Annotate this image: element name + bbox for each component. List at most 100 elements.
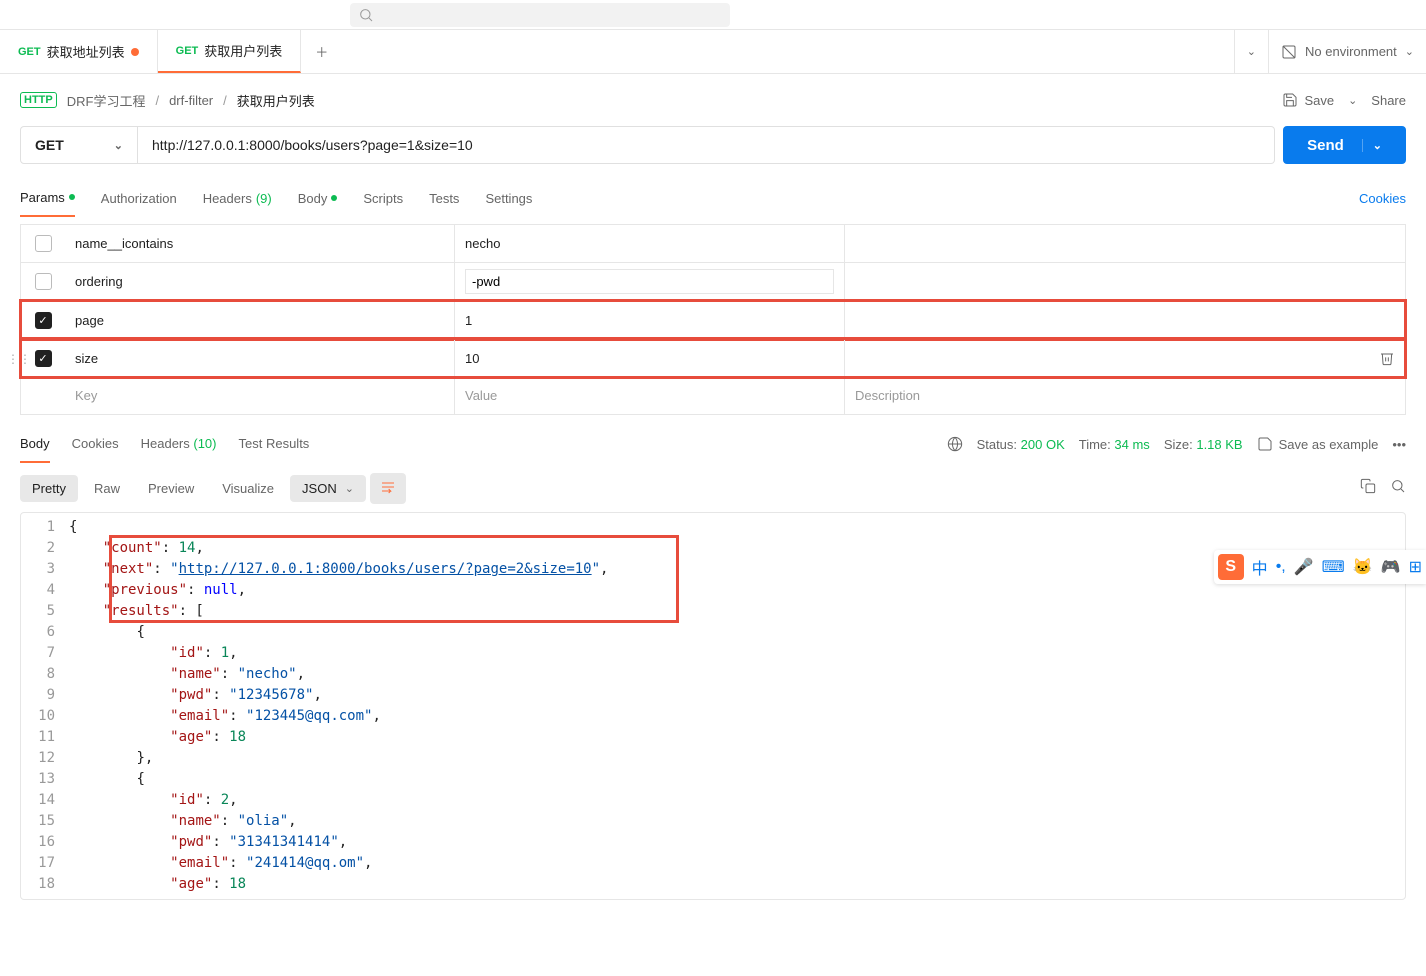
save-button[interactable]: Save <box>1282 92 1334 108</box>
send-label: Send <box>1307 137 1344 154</box>
more-options-button[interactable]: ••• <box>1392 437 1406 452</box>
drag-handle-icon[interactable]: ⋮⋮ <box>7 352 31 366</box>
response-meta: Status: 200 OK Time: 34 ms Size: 1.18 KB… <box>947 436 1406 452</box>
param-desc[interactable] <box>845 301 1405 339</box>
param-value-placeholder[interactable]: Value <box>455 377 845 414</box>
resp-tab-cookies[interactable]: Cookies <box>72 426 119 463</box>
copy-button[interactable] <box>1360 478 1376 499</box>
code-line: 18 "age": 18 <box>21 874 1405 895</box>
body-controls: Pretty Raw Preview Visualize JSON ⌄ <box>0 465 1426 512</box>
tab-headers[interactable]: Headers (9) <box>203 180 272 217</box>
tab-request-1[interactable]: GET 获取地址列表 <box>0 30 158 73</box>
code-line: 7 "id": 1, <box>21 643 1405 664</box>
view-preview-button[interactable]: Preview <box>136 475 206 502</box>
method-select[interactable]: GET ⌄ <box>20 126 138 164</box>
param-row-new[interactable]: Key Value Description <box>21 377 1405 415</box>
tabs-overflow[interactable]: ⌄ <box>1234 30 1268 73</box>
code-line: 9 "pwd": "12345678", <box>21 685 1405 706</box>
chevron-down-icon: ⌄ <box>1405 45 1414 58</box>
trash-icon <box>1379 350 1395 366</box>
param-row: name__icontains necho <box>21 225 1405 263</box>
param-key[interactable]: size <box>65 340 455 376</box>
wrap-lines-button[interactable] <box>370 473 406 504</box>
view-visualize-button[interactable]: Visualize <box>210 475 286 502</box>
add-tab-button[interactable]: ＋ <box>301 30 342 73</box>
code-line: 15 "name": "olia", <box>21 811 1405 832</box>
search-response-button[interactable] <box>1390 478 1406 499</box>
param-value[interactable]: 10 <box>455 340 845 376</box>
param-row: ordering <box>21 263 1405 301</box>
tab-params[interactable]: Params <box>20 180 75 217</box>
breadcrumb-row: HTTP DRF学习工程 / drf-filter / 获取用户列表 Save … <box>0 74 1426 126</box>
tab-body[interactable]: Body <box>298 180 338 217</box>
param-desc[interactable] <box>845 263 1405 300</box>
send-dropdown-icon[interactable]: ⌄ <box>1362 139 1382 152</box>
param-value[interactable]: necho <box>455 225 845 262</box>
size-value: 1.18 KB <box>1196 437 1242 452</box>
tab-tests[interactable]: Tests <box>429 180 459 217</box>
params-table: name__icontains necho ordering ✓ page 1 … <box>20 224 1406 415</box>
response-body[interactable]: 1{2 "count": 14,3 "next": "http://127.0.… <box>20 512 1406 900</box>
tab-settings[interactable]: Settings <box>485 180 532 217</box>
param-value-input[interactable] <box>465 269 834 294</box>
code-line: 6 { <box>21 622 1405 643</box>
breadcrumb-workspace[interactable]: DRF学习工程 <box>67 91 146 110</box>
save-icon <box>1282 92 1298 108</box>
global-search[interactable] <box>350 3 730 27</box>
keyboard-icon[interactable]: ⌨ <box>1322 557 1345 577</box>
param-key-placeholder[interactable]: Key <box>65 377 455 414</box>
breadcrumb-collection[interactable]: drf-filter <box>169 93 213 108</box>
top-bar <box>0 0 1426 30</box>
resp-tab-test-results[interactable]: Test Results <box>239 426 310 463</box>
game-icon[interactable]: 🎮 <box>1381 557 1401 577</box>
param-checkbox[interactable]: ✓ <box>35 312 52 329</box>
active-dot-icon <box>69 194 75 200</box>
param-key[interactable]: ordering <box>65 263 455 300</box>
param-value[interactable] <box>455 263 845 300</box>
method-value: GET <box>35 137 64 153</box>
tab-scripts[interactable]: Scripts <box>363 180 403 217</box>
delete-param-button[interactable] <box>1379 350 1395 369</box>
param-desc[interactable] <box>845 340 1405 376</box>
param-desc-placeholder[interactable]: Description <box>845 377 1405 414</box>
param-value[interactable]: 1 <box>455 301 845 339</box>
param-checkbox[interactable]: ✓ <box>35 350 52 367</box>
param-key[interactable]: page <box>65 301 455 339</box>
modified-dot-icon <box>131 48 139 56</box>
param-key[interactable]: name__icontains <box>65 225 455 262</box>
resp-tab-body[interactable]: Body <box>20 426 50 463</box>
sogou-icon: S <box>1218 554 1244 580</box>
param-checkbox[interactable] <box>35 273 52 290</box>
code-line: 3 "next": "http://127.0.0.1:8000/books/u… <box>21 559 1405 580</box>
format-select[interactable]: JSON ⌄ <box>290 475 366 502</box>
save-dropdown[interactable]: ⌄ <box>1348 94 1357 107</box>
tab-request-2[interactable]: GET 获取用户列表 <box>158 30 302 73</box>
code-line: 17 "email": "241414@qq.om", <box>21 853 1405 874</box>
url-input[interactable] <box>138 126 1275 164</box>
view-raw-button[interactable]: Raw <box>82 475 132 502</box>
ime-punct[interactable]: •, <box>1276 558 1286 576</box>
chevron-down-icon: ⌄ <box>1247 45 1256 58</box>
wrap-icon <box>380 479 396 495</box>
emoji-icon[interactable]: 🐱 <box>1353 557 1373 577</box>
resp-tab-headers[interactable]: Headers (10) <box>141 426 217 463</box>
param-desc[interactable] <box>845 225 1405 262</box>
url-row: GET ⌄ Send ⌄ <box>0 126 1426 178</box>
grid-icon[interactable]: ⊞ <box>1409 557 1422 577</box>
tab-label: 获取用户列表 <box>204 41 282 60</box>
param-checkbox[interactable] <box>35 235 52 252</box>
ime-mode[interactable]: 中 <box>1252 555 1268 579</box>
globe-icon[interactable] <box>947 436 963 452</box>
mic-icon[interactable]: 🎤 <box>1294 557 1314 577</box>
view-pretty-button[interactable]: Pretty <box>20 475 78 502</box>
environment-selector[interactable]: No environment ⌄ <box>1268 30 1426 73</box>
code-line: 8 "name": "necho", <box>21 664 1405 685</box>
share-button[interactable]: Share <box>1371 93 1406 108</box>
save-example-button[interactable]: Save as example <box>1257 436 1379 452</box>
tab-authorization[interactable]: Authorization <box>101 180 177 217</box>
ime-toolbar[interactable]: S 中 •, 🎤 ⌨ 🐱 🎮 ⊞ <box>1214 550 1426 584</box>
cookies-link[interactable]: Cookies <box>1359 191 1406 206</box>
send-button[interactable]: Send ⌄ <box>1283 126 1406 164</box>
code-line: 5 "results": [ <box>21 601 1405 622</box>
status-value: 200 OK <box>1021 437 1065 452</box>
